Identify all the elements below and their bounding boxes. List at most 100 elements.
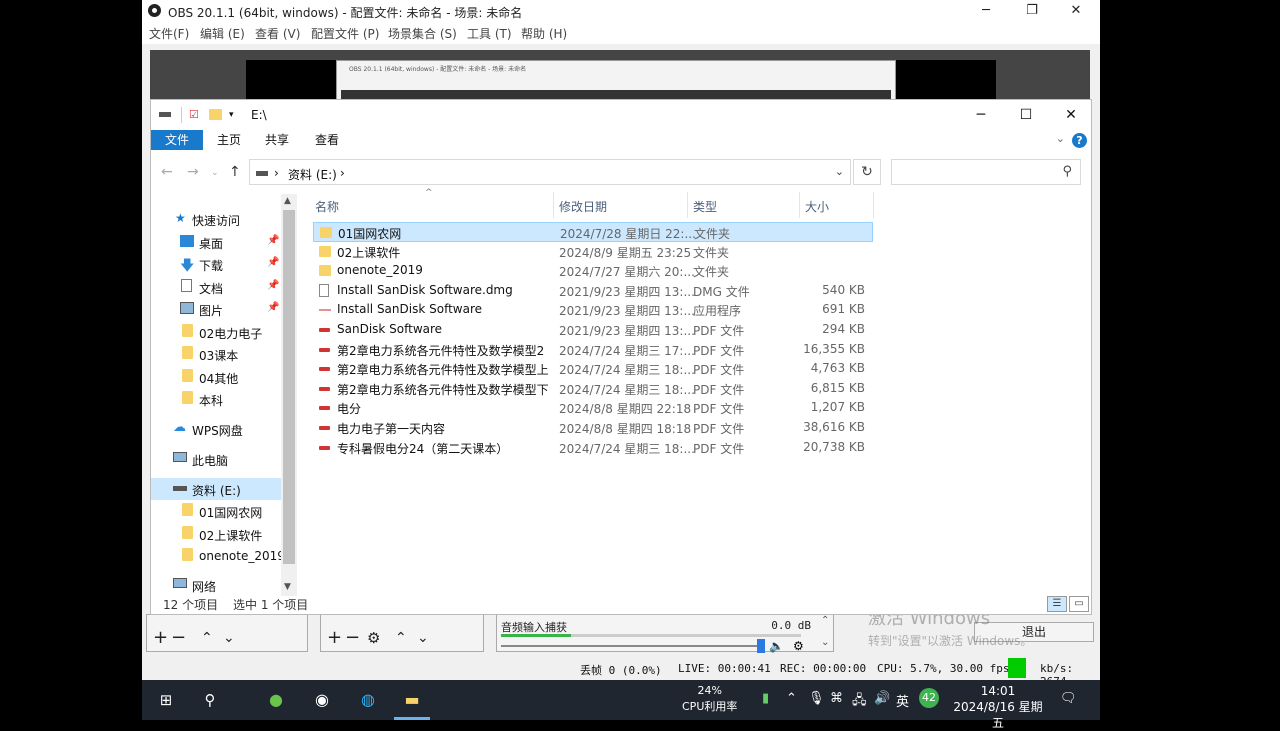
column-header-type[interactable]: 类型	[693, 198, 717, 215]
close-icon[interactable]: ✕	[1058, 0, 1094, 22]
speaker-icon[interactable]: 🔈	[769, 639, 784, 653]
menu-tools[interactable]: 工具 (T)	[467, 25, 512, 42]
menu-profile[interactable]: 配置文件 (P)	[311, 25, 379, 42]
nav-downloads[interactable]: 🡇 下载 📌	[151, 253, 297, 275]
menu-view[interactable]: 查看 (V)	[255, 25, 300, 42]
breadcrumb-separator[interactable]: ›	[340, 166, 345, 180]
file-row[interactable]: 专科暑假电分24（第二天课本） 2024/7/24 星期三 18:... PDF 文…	[313, 438, 873, 458]
scroll-down-icon[interactable]: ▼	[284, 582, 291, 592]
nav-pictures[interactable]: 图片 📌	[151, 298, 297, 320]
nav-folder-undergrad[interactable]: 本科	[151, 388, 297, 410]
volume-slider-handle[interactable]	[757, 639, 765, 653]
large-icons-view-icon[interactable]: ▭	[1069, 596, 1089, 612]
tab-share[interactable]: 共享	[253, 130, 301, 150]
obs-preview[interactable]: OBS 20.1.1 (64bit, windows) - 配置文件: 未命名 …	[150, 50, 1090, 100]
nav-scrollbar[interactable]: ▲ ▼	[281, 194, 297, 596]
nav-folder-software[interactable]: 02上课软件	[151, 523, 297, 545]
column-divider[interactable]	[553, 192, 554, 218]
scroll-up-icon[interactable]: ▲	[284, 196, 291, 206]
column-header-name[interactable]: 名称	[315, 198, 339, 215]
address-bar[interactable]: › 资料 (E:) › ⌄	[249, 159, 851, 185]
move-up-icon[interactable]: ⌃	[201, 629, 213, 647]
column-divider[interactable]	[799, 192, 800, 218]
battery-icon[interactable]: ▮	[762, 691, 769, 706]
back-icon[interactable]: ←	[161, 164, 173, 180]
scroll-up-icon[interactable]: ⌃	[821, 615, 829, 626]
add-source-icon[interactable]: +	[327, 629, 342, 647]
properties-icon[interactable]: ☑	[189, 108, 199, 121]
file-row[interactable]: 01国网农网 2024/7/28 星期日 22:... 文件夹	[313, 222, 873, 242]
nav-folder-03[interactable]: 03课本	[151, 343, 297, 365]
windows-start-icon[interactable]: ⊞	[154, 688, 178, 712]
column-divider[interactable]	[873, 192, 874, 218]
file-row[interactable]: 电分 2024/8/8 星期四 22:18 PDF 文件 1,207 KB	[313, 398, 873, 418]
nav-this-pc[interactable]: 此电脑	[151, 448, 297, 470]
recent-locations-icon[interactable]: ⌄	[211, 168, 219, 178]
nav-documents[interactable]: 文档 📌	[151, 276, 297, 298]
breadcrumb-separator[interactable]: ›	[274, 166, 279, 180]
file-row[interactable]: 第2章电力系统各元件特性及数学模型下 2024/7/24 星期三 18:... PD…	[313, 379, 873, 399]
nav-folder-02[interactable]: 02电力电子	[151, 321, 297, 343]
column-header-size[interactable]: 大小	[805, 198, 829, 215]
file-row[interactable]: 第2章电力系统各元件特性及数学模型2 2024/7/24 星期三 17:... PD…	[313, 340, 873, 360]
tab-home[interactable]: 主页	[205, 130, 253, 150]
tab-file[interactable]: 文件	[151, 130, 203, 150]
menu-scene-collection[interactable]: 场景集合 (S)	[388, 25, 457, 42]
nav-folder-01[interactable]: 01国网农网	[151, 500, 297, 522]
close-icon[interactable]: ✕	[1049, 100, 1093, 130]
file-row[interactable]: 02上课软件 2024/8/9 星期五 23:25 文件夹	[313, 242, 873, 262]
volume-slider[interactable]	[501, 645, 761, 647]
nav-desktop[interactable]: 桌面 📌	[151, 231, 297, 253]
column-header-date[interactable]: 修改日期	[559, 198, 607, 215]
maximize-icon[interactable]: ☐	[1004, 100, 1048, 130]
nav-folder-onenote[interactable]: onenote_2019	[151, 545, 297, 567]
move-up-icon[interactable]: ⌃	[395, 629, 407, 647]
menu-edit[interactable]: 编辑 (E)	[200, 25, 245, 42]
tab-view[interactable]: 查看	[303, 130, 351, 150]
help-icon[interactable]: ?	[1072, 133, 1087, 148]
menu-help[interactable]: 帮助 (H)	[521, 25, 567, 42]
move-down-icon[interactable]: ⌄	[417, 629, 429, 647]
file-row[interactable]: Install SanDisk Software 2021/9/23 星期四 13…	[313, 300, 873, 320]
microphone-icon[interactable]: 🎙	[808, 691, 825, 706]
volume-icon[interactable]: 🔊	[874, 691, 890, 706]
file-row[interactable]: 电力电子第一天内容 2024/8/8 星期四 18:18 PDF 文件 38,616 …	[313, 418, 873, 438]
system-clock[interactable]: 14:01 2024/8/16 星期五	[950, 683, 1046, 731]
gear-icon[interactable]: ⚙	[367, 629, 380, 647]
minimize-icon[interactable]: ─	[968, 0, 1004, 22]
file-row[interactable]: SanDisk Software 2021/9/23 星期四 13:... PDF …	[313, 320, 873, 340]
new-folder-icon[interactable]	[209, 109, 222, 120]
forward-icon[interactable]: →	[187, 164, 199, 180]
notifications-icon[interactable]: 🗨	[1060, 691, 1077, 706]
search-icon[interactable]: ⚲	[198, 688, 222, 712]
chevron-up-icon[interactable]: ⌃	[786, 691, 797, 706]
notification-badge[interactable]: 42	[919, 688, 939, 708]
move-down-icon[interactable]: ⌄	[223, 629, 235, 647]
wechat-icon[interactable]: ●	[264, 688, 288, 712]
remove-scene-icon[interactable]: −	[171, 629, 186, 647]
file-row[interactable]: 第2章电力系统各元件特性及数学模型上 2024/7/24 星期三 18:... PD…	[313, 359, 873, 379]
customize-toolbar-icon[interactable]: ▾	[229, 110, 234, 120]
column-divider[interactable]	[687, 192, 688, 218]
nav-quick-access[interactable]: ★ 快速访问	[151, 208, 297, 230]
edge-icon[interactable]: ◍	[356, 688, 380, 712]
nav-network[interactable]: 网络	[151, 574, 297, 596]
nav-folder-04[interactable]: 04其他	[151, 366, 297, 388]
scroll-down-icon[interactable]: ⌄	[821, 637, 829, 648]
camera-icon[interactable]: ⌘	[830, 691, 843, 706]
details-view-icon[interactable]: ☰	[1047, 596, 1067, 612]
refresh-icon[interactable]: ↻	[853, 159, 881, 185]
up-icon[interactable]: ↑	[229, 164, 241, 180]
remove-source-icon[interactable]: −	[345, 629, 360, 647]
menu-file[interactable]: 文件(F)	[149, 25, 189, 42]
restore-icon[interactable]: ❐	[1014, 0, 1050, 22]
obs-icon[interactable]: ◉	[310, 688, 334, 712]
input-method-indicator[interactable]: 英	[896, 691, 909, 710]
minimize-icon[interactable]: ─	[959, 100, 1003, 130]
nav-drive-e[interactable]: 资料 (E:)	[151, 478, 281, 500]
cpu-usage-widget[interactable]: 24% CPU利用率	[682, 683, 737, 715]
breadcrumb-drive[interactable]: 资料 (E:)	[288, 166, 337, 183]
gear-icon[interactable]: ⚙	[793, 639, 804, 653]
file-row[interactable]: Install SanDisk Software.dmg 2021/9/23 星期…	[313, 281, 873, 301]
scrollbar-thumb[interactable]	[283, 210, 295, 564]
